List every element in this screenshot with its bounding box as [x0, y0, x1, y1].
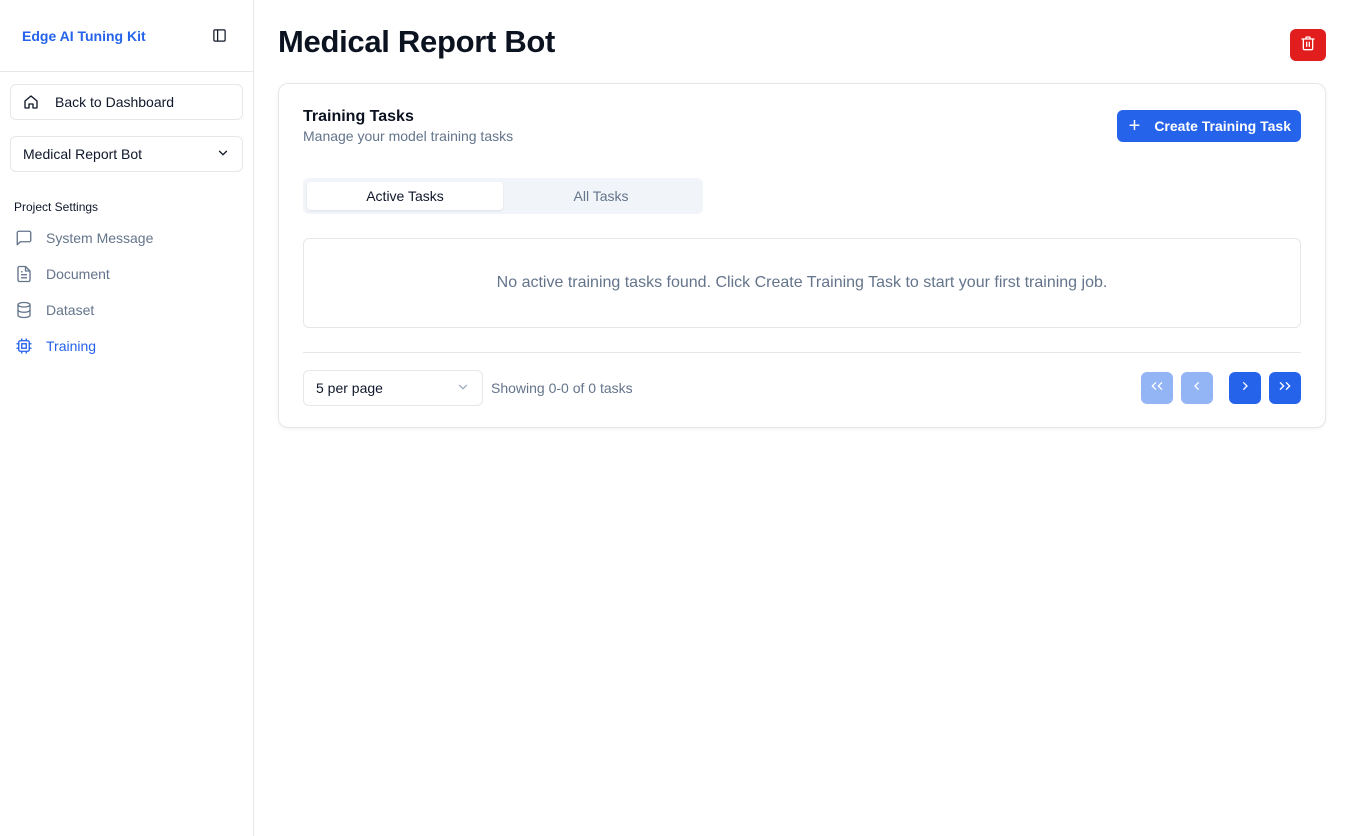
previous-page-button[interactable] — [1181, 372, 1213, 404]
back-to-dashboard-button[interactable]: Back to Dashboard — [10, 84, 243, 120]
sidebar-item-label: Dataset — [46, 302, 95, 318]
last-page-button[interactable] — [1269, 372, 1301, 404]
project-settings-heading: Project Settings — [14, 200, 99, 214]
divider — [303, 352, 1301, 353]
sidebar-item-dataset[interactable]: Dataset — [10, 292, 243, 328]
per-page-value: 5 per page — [316, 380, 383, 396]
sidebar-body: Back to Dashboard Medical Report Bot Pro… — [0, 72, 253, 376]
chevron-right-icon — [1237, 378, 1253, 399]
pagination-buttons — [1133, 372, 1301, 404]
chevrons-left-icon — [1149, 378, 1165, 399]
chevron-down-icon — [216, 146, 230, 163]
project-select-value: Medical Report Bot — [23, 146, 143, 162]
sidebar: Edge AI Tuning Kit Back to Dashboard Med… — [0, 0, 254, 836]
home-icon — [23, 93, 41, 111]
sidebar-item-label: Document — [46, 266, 110, 282]
plus-icon: + — [1128, 115, 1141, 137]
trash-icon — [1300, 35, 1316, 56]
card-title: Training Tasks — [303, 108, 414, 125]
main-content: Medical Report Bot Training Tasks Manage… — [254, 0, 1349, 836]
project-select[interactable]: Medical Report Bot — [10, 136, 243, 172]
sidebar-header: Edge AI Tuning Kit — [0, 0, 253, 72]
card-subtitle: Manage your model training tasks — [303, 128, 514, 144]
chevron-left-icon — [1189, 378, 1205, 399]
sidebar-item-document[interactable]: Document — [10, 256, 243, 292]
create-training-task-label: Create Training Task — [1154, 118, 1291, 134]
delete-project-button[interactable] — [1290, 29, 1326, 61]
brand-name: Edge AI Tuning Kit — [22, 27, 146, 44]
next-page-button[interactable] — [1229, 372, 1261, 404]
file-text-icon — [14, 264, 34, 284]
chevrons-right-icon — [1277, 378, 1293, 399]
pagination-left: 5 per page Showing 0-0 of 0 tasks — [303, 370, 633, 406]
task-tabs: Active Tasks All Tasks — [303, 178, 703, 214]
per-page-select[interactable]: 5 per page — [303, 370, 483, 406]
sidebar-item-system-message[interactable]: System Message — [10, 220, 243, 256]
back-to-dashboard-label: Back to Dashboard — [55, 94, 175, 110]
create-training-task-button[interactable]: + Create Training Task — [1116, 110, 1301, 142]
message-square-icon — [14, 228, 34, 248]
tab-active-tasks[interactable]: Active Tasks — [307, 182, 503, 210]
page-title: Medical Report Bot — [278, 24, 556, 59]
chevron-down-icon — [456, 380, 470, 397]
sidebar-item-label: Training — [46, 338, 97, 354]
tab-all-tasks[interactable]: All Tasks — [503, 182, 699, 210]
cpu-icon — [14, 336, 34, 356]
sidebar-toggle-icon[interactable] — [209, 26, 229, 46]
card-header: Training Tasks Manage your model trainin… — [303, 108, 1301, 144]
first-page-button[interactable] — [1141, 372, 1173, 404]
sidebar-item-label: System Message — [46, 230, 154, 246]
database-icon — [14, 300, 34, 320]
pagination: 5 per page Showing 0-0 of 0 tasks — [303, 370, 1301, 406]
showing-count: Showing 0-0 of 0 tasks — [491, 380, 633, 396]
app-root: Edge AI Tuning Kit Back to Dashboard Med… — [0, 0, 1349, 836]
training-tasks-card: Training Tasks Manage your model trainin… — [278, 83, 1326, 428]
sidebar-item-training[interactable]: Training — [10, 328, 243, 364]
empty-state-message: No active training tasks found. Click Cr… — [303, 238, 1301, 328]
